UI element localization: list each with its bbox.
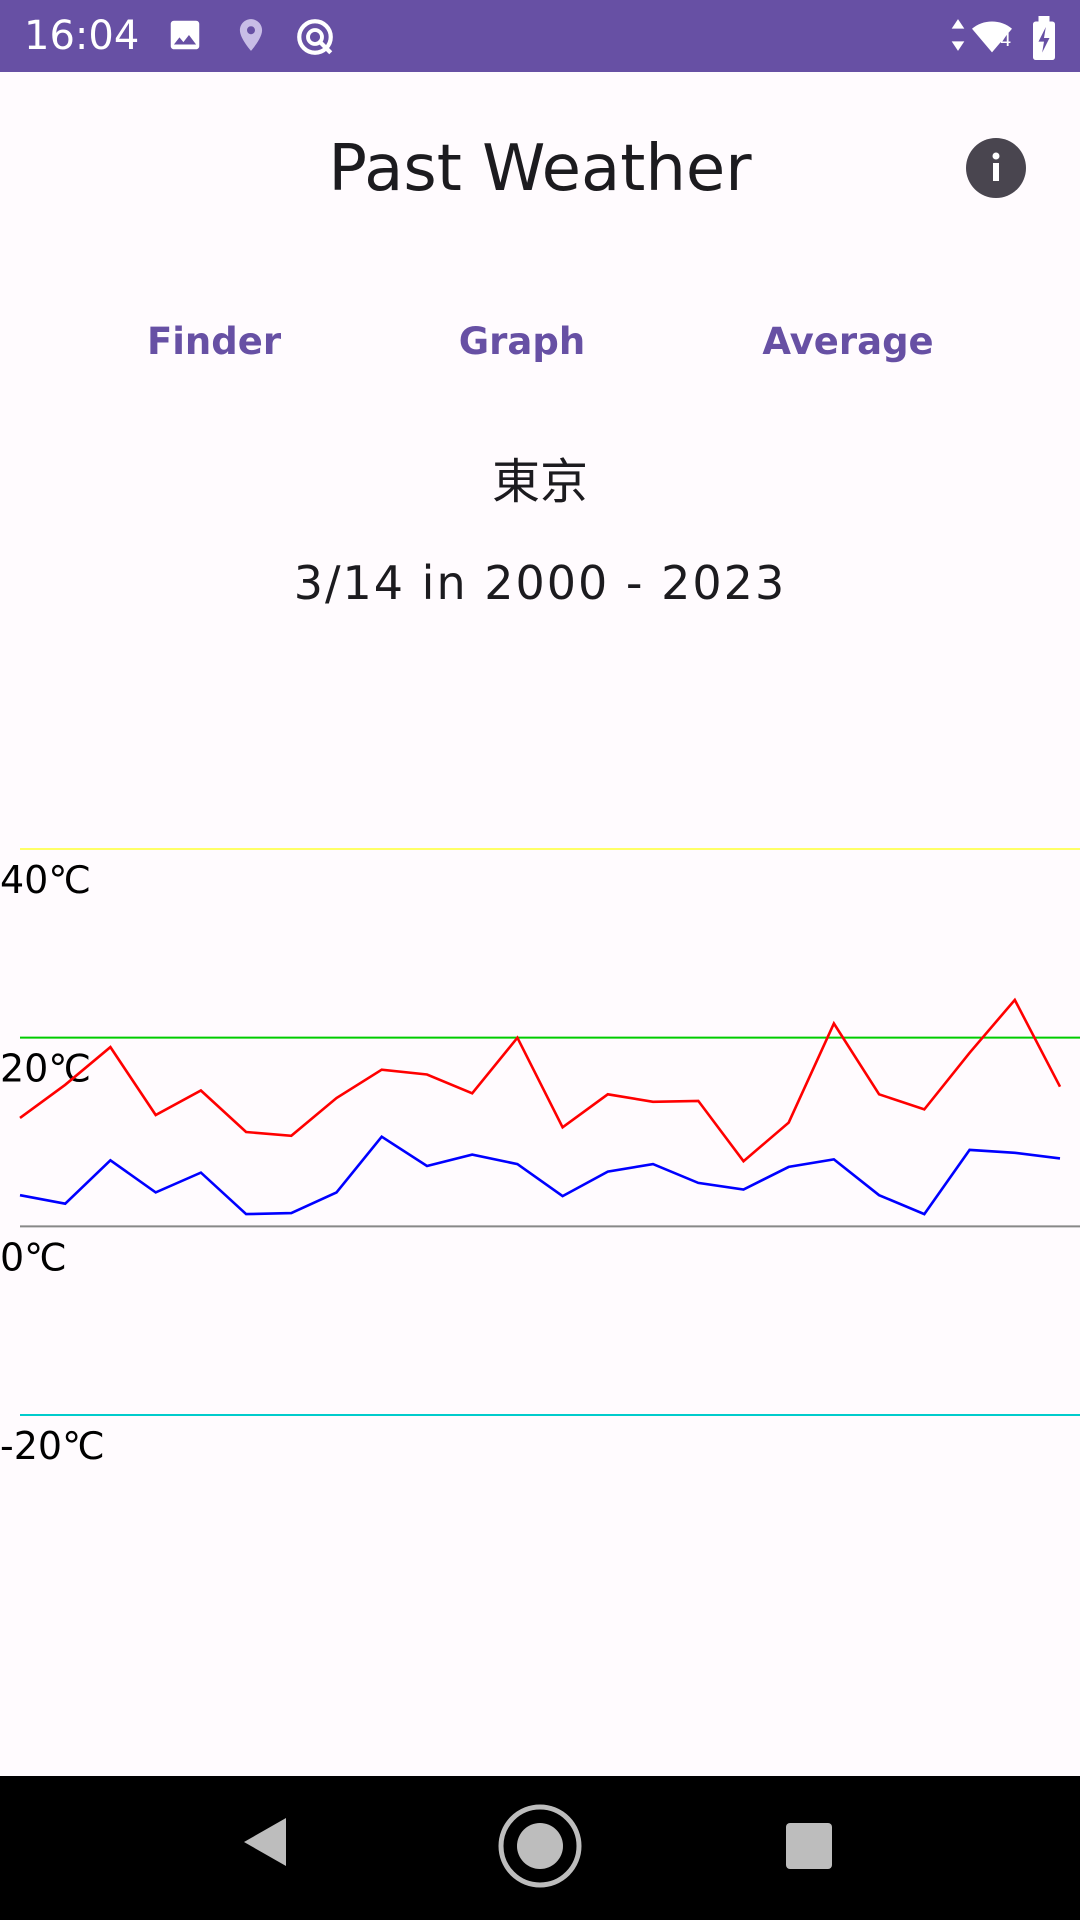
page-title: Past Weather <box>328 132 752 206</box>
navigation-bar <box>0 1776 1080 1920</box>
info-button[interactable] <box>966 138 1026 198</box>
vpn-icon <box>294 16 336 62</box>
recents-icon[interactable] <box>785 1822 833 1870</box>
battery-icon <box>1030 16 1058 64</box>
status-bar: 16:04 4 <box>0 0 1080 72</box>
tab-average[interactable]: Average <box>748 318 948 366</box>
status-time: 16:04 <box>24 13 140 59</box>
y-tick-label: 20℃ <box>0 1047 91 1091</box>
wifi-badge: 4 <box>1000 30 1012 51</box>
tab-finder[interactable]: Finder <box>124 318 304 366</box>
data-arrows-icon <box>946 16 970 58</box>
temperature-chart: 40℃ 20℃ 0℃ -20℃ <box>0 848 1080 1468</box>
high-temp-line <box>19 997 1062 1164</box>
info-icon <box>992 152 1000 181</box>
location-icon <box>232 16 270 58</box>
back-icon[interactable] <box>240 1814 290 1870</box>
low-temp-line <box>19 1134 1061 1216</box>
image-icon <box>166 16 204 58</box>
location-name: 東京 <box>491 454 588 510</box>
y-tick-label: 40℃ <box>0 858 91 902</box>
wifi-icon: 4 <box>970 16 1014 60</box>
tab-graph[interactable]: Graph <box>432 318 612 366</box>
home-icon[interactable] <box>496 1802 584 1890</box>
date-range: 3/14 in 2000 - 2023 <box>293 556 787 610</box>
y-tick-label: -20℃ <box>0 1424 105 1468</box>
y-tick-label: 0℃ <box>0 1235 67 1279</box>
